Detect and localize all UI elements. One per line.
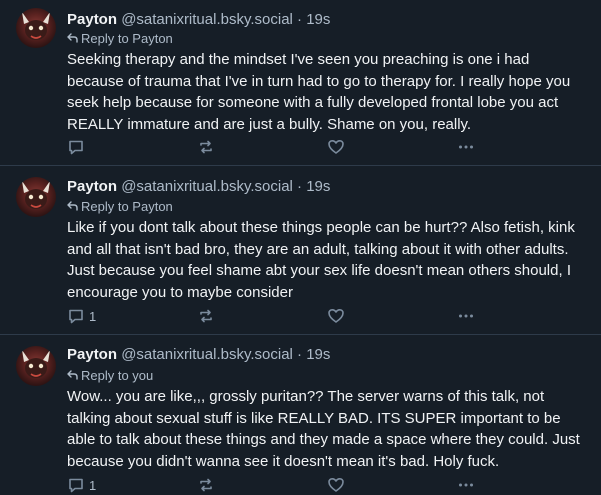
reply-to-label[interactable]: Reply to Payton [67,199,173,215]
reply-button[interactable] [67,137,89,157]
avatar[interactable] [16,8,56,48]
like-button[interactable] [327,475,345,495]
separator: · [297,11,303,28]
post-actions: 1 [67,306,487,326]
repost-button[interactable] [197,137,215,157]
post-2[interactable]: Payton @satanixritual.bsky.social · 19s … [0,166,601,335]
reply-arrow-icon [67,368,79,384]
post-text: Seeking therapy and the mindset I've see… [67,51,571,133]
reply-arrow-icon [67,199,79,215]
like-button[interactable] [327,306,345,326]
post-text: Wow... you are like,,, grossly puritan??… [67,388,580,470]
reply-to-label[interactable]: Reply to Payton [67,31,173,47]
reply-to-text: Reply to Payton [81,199,173,214]
thread-feed: Payton @satanixritual.bsky.social · 19s … [0,0,601,493]
author-handle[interactable]: @satanixritual.bsky.social [121,11,293,28]
post-header: Payton @satanixritual.bsky.social · 19s [67,345,330,365]
separator: · [297,178,303,195]
heart-icon [327,476,345,494]
post-actions: 1 [67,475,487,495]
more-icon [457,138,475,156]
author-name[interactable]: Payton [67,178,117,195]
avatar[interactable] [16,346,56,386]
heart-icon [327,307,345,325]
avatar[interactable] [16,177,56,217]
reply-to-label[interactable]: Reply to you [67,368,153,384]
heart-icon [327,138,345,156]
timestamp[interactable]: 19s [306,346,330,363]
reply-button[interactable]: 1 [67,475,96,495]
post-header: Payton @satanixritual.bsky.social · 19s [67,10,330,30]
reply-to-text: Reply to you [81,368,154,383]
like-button[interactable] [327,137,345,157]
reply-arrow-icon [67,31,79,47]
reply-count: 1 [89,308,97,324]
post-header: Payton @satanixritual.bsky.social · 19s [67,177,330,197]
more-icon [457,307,475,325]
repost-icon [197,476,215,494]
reply-button[interactable]: 1 [67,306,96,326]
post-3[interactable]: Payton @satanixritual.bsky.social · 19s … [0,335,601,493]
reply-icon [67,476,85,494]
timestamp[interactable]: 19s [306,178,330,195]
author-handle[interactable]: @satanixritual.bsky.social [121,346,293,363]
repost-button[interactable] [197,475,215,495]
post-text: Like if you dont talk about these things… [67,219,575,301]
author-name[interactable]: Payton [67,346,117,363]
separator: · [297,346,303,363]
more-options-button[interactable] [457,306,475,326]
post-1[interactable]: Payton @satanixritual.bsky.social · 19s … [0,0,601,166]
more-icon [457,476,475,494]
more-options-button[interactable] [457,475,475,495]
repost-icon [197,138,215,156]
more-options-button[interactable] [457,137,475,157]
repost-button[interactable] [197,306,215,326]
reply-icon [67,307,85,325]
reply-count: 1 [89,477,97,493]
reply-to-text: Reply to Payton [81,31,173,46]
reply-icon [67,138,85,156]
post-actions [67,137,487,157]
timestamp[interactable]: 19s [306,11,330,28]
repost-icon [197,307,215,325]
author-handle[interactable]: @satanixritual.bsky.social [121,178,293,195]
author-name[interactable]: Payton [67,11,117,28]
